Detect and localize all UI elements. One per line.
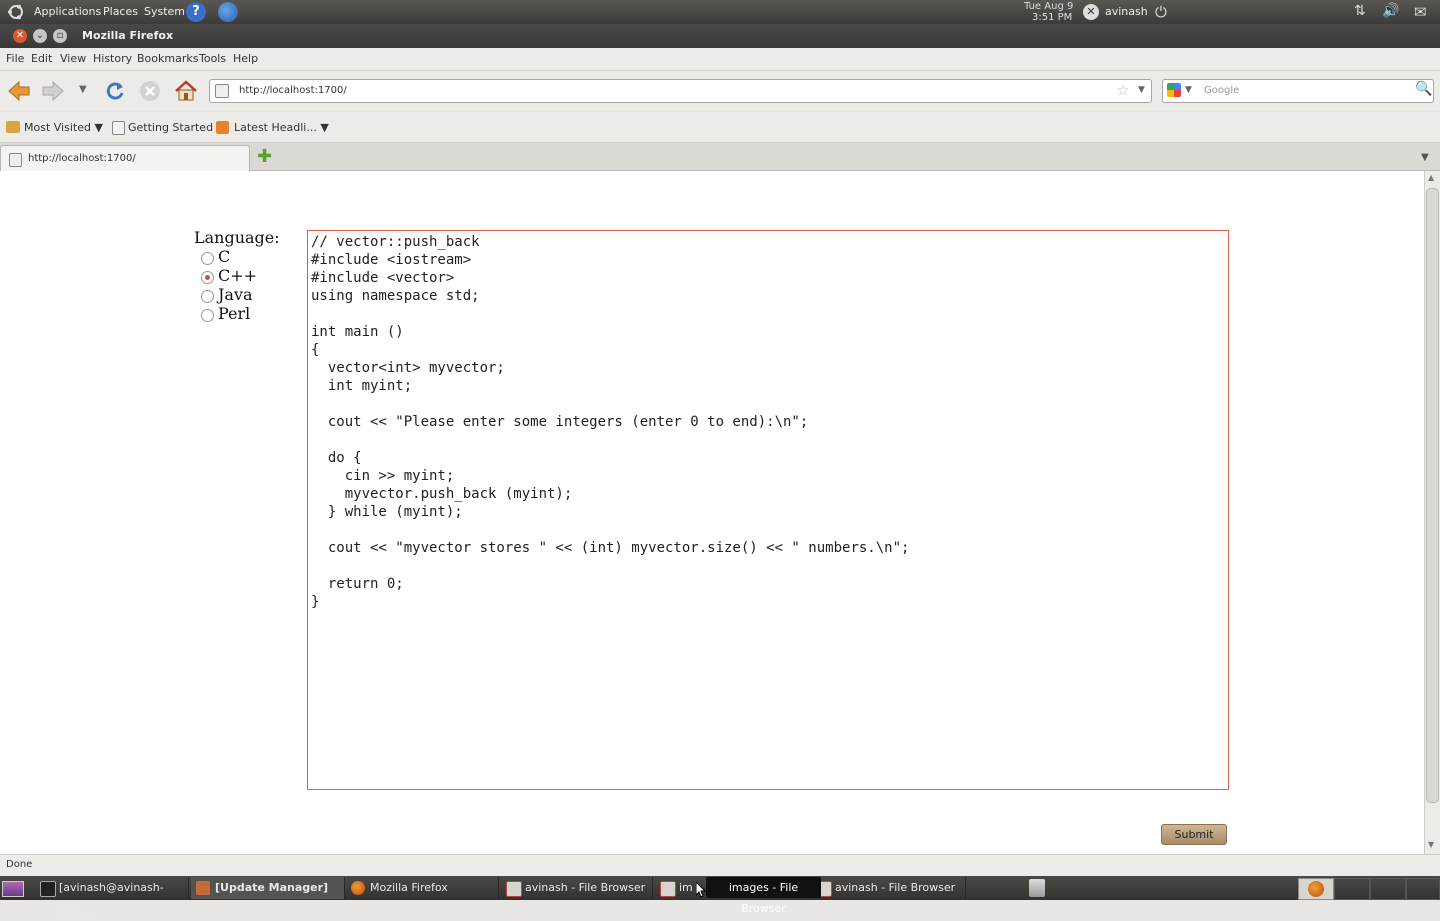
taskbar-images-label: im — [679, 881, 693, 894]
trash-icon[interactable] — [1029, 879, 1045, 897]
taskbar-file-browser-2-label: avinash - File Browser — [835, 881, 956, 894]
menu-bar: File Edit View History Bookmarks Tools H… — [0, 48, 1440, 71]
bookmark-latest-headlines[interactable]: Latest Headli... ▼ — [234, 121, 329, 134]
language-label: Language: — [194, 228, 280, 247]
tab-label: http://localhost:1700/ — [28, 153, 136, 164]
radio-java-label: Java — [218, 285, 253, 304]
google-engine-icon[interactable] — [1167, 83, 1181, 97]
file-browser-icon — [506, 881, 522, 897]
list-tabs-icon[interactable]: ▼ — [1421, 152, 1429, 163]
volume-icon[interactable]: 🔊 — [1382, 3, 1399, 19]
workspace-3[interactable] — [1370, 878, 1406, 900]
menu-bookmarks[interactable]: Bookmarks — [137, 52, 198, 65]
radio-cpp[interactable] — [201, 271, 214, 284]
taskbar-firefox-label: Mozilla Firefox — [370, 881, 448, 894]
workspace-2[interactable] — [1334, 878, 1370, 900]
radio-cpp-label: C++ — [218, 266, 258, 285]
history-dropdown-icon[interactable]: ▼ — [79, 84, 87, 95]
menu-edit[interactable]: Edit — [31, 52, 52, 65]
search-icon[interactable]: 🔍 — [1415, 81, 1432, 97]
workspace-4[interactable] — [1406, 878, 1440, 900]
reload-icon[interactable] — [104, 80, 126, 105]
bookmarks-toolbar: Most Visited ▼ Getting Started Latest He… — [0, 112, 1440, 143]
folder-icon — [6, 121, 20, 133]
taskbar-firefox[interactable]: Mozilla Firefox — [346, 877, 499, 899]
window-title: Mozilla Firefox — [82, 29, 174, 42]
taskbar-file-browser-label: avinash - File Browser — [525, 881, 646, 894]
help-icon[interactable]: ? — [186, 2, 206, 22]
scroll-down-icon[interactable]: ▼ — [1428, 840, 1434, 849]
radio-perl[interactable] — [201, 309, 214, 322]
site-identity-icon[interactable] — [215, 84, 229, 98]
radio-c-label: C — [218, 247, 231, 266]
show-desktop-icon[interactable] — [2, 881, 24, 897]
menu-history[interactable]: History — [93, 52, 132, 65]
tab-page-icon — [9, 153, 22, 167]
menu-tools[interactable]: Tools — [199, 52, 226, 65]
terminal-icon — [40, 881, 56, 897]
url-bar[interactable]: http://localhost:1700/ ☆ ▼ — [209, 79, 1152, 103]
taskbar-terminal-label: [avinash@avinash-lapt... — [59, 881, 164, 916]
taskbar-tooltip: images - File Browser — [706, 877, 821, 915]
forward-arrow-icon[interactable] — [41, 80, 65, 105]
network-icon[interactable]: ⇅ — [1354, 3, 1366, 19]
status-text: Done — [6, 859, 33, 870]
code-textarea[interactable]: // vector::push_back #include <iostream>… — [307, 230, 1229, 790]
search-input[interactable]: Google — [1204, 85, 1239, 96]
ubuntu-logo-icon[interactable] — [7, 3, 25, 21]
new-tab-icon[interactable]: ✚ — [257, 148, 272, 166]
menu-help[interactable]: Help — [233, 52, 258, 65]
time-label[interactable]: 3:51 PM — [1032, 12, 1072, 23]
user-name[interactable]: avinash — [1105, 5, 1148, 18]
radio-java[interactable] — [201, 290, 214, 303]
scrollbar-thumb[interactable] — [1426, 188, 1439, 803]
stop-icon[interactable] — [139, 80, 161, 105]
window-titlebar[interactable]: ✕ ⌄ ▫ Mozilla Firefox — [0, 24, 1440, 48]
user-status-icon[interactable]: ✕ — [1083, 4, 1099, 20]
date-label[interactable]: Tue Aug 9 — [1024, 1, 1073, 12]
update-manager-icon — [196, 881, 210, 895]
taskbar-update-manager[interactable]: [Update Manager] — [191, 877, 345, 899]
places-menu[interactable]: Places — [103, 5, 138, 18]
taskbar-update-manager-label: [Update Manager] — [215, 881, 329, 894]
bookmark-star-icon[interactable]: ☆ — [1116, 81, 1129, 99]
mail-icon[interactable]: ✉ — [1414, 3, 1427, 21]
radio-perl-label: Perl — [218, 304, 251, 323]
engine-dropdown-icon[interactable]: ▼ — [1185, 85, 1192, 95]
firefox-icon — [351, 881, 365, 895]
bookmark-getting-started[interactable]: Getting Started — [128, 121, 213, 134]
search-bar[interactable]: ▼ Google 🔍 — [1162, 79, 1434, 103]
applications-menu[interactable]: Applications — [34, 5, 101, 18]
firefox-launcher-icon[interactable] — [218, 2, 238, 22]
maximize-window-button[interactable]: ▫ — [53, 29, 67, 43]
file-browser-icon — [660, 881, 676, 897]
url-text[interactable]: http://localhost:1700/ — [239, 85, 347, 96]
bookmark-most-visited[interactable]: Most Visited ▼ — [24, 121, 103, 134]
page-icon — [112, 121, 125, 135]
taskbar-file-browser-avinash[interactable]: avinash - File Browser — [501, 877, 653, 899]
minimize-window-button[interactable]: ⌄ — [33, 29, 47, 43]
home-icon[interactable] — [174, 79, 198, 106]
back-arrow-icon[interactable] — [7, 80, 31, 105]
close-window-button[interactable]: ✕ — [13, 29, 27, 43]
rss-feed-icon — [216, 121, 229, 134]
code-text[interactable]: // vector::push_back #include <iostream>… — [308, 231, 1228, 613]
menu-view[interactable]: View — [60, 52, 86, 65]
tab-localhost[interactable]: http://localhost:1700/ — [0, 145, 250, 172]
system-menu[interactable]: System — [144, 5, 185, 18]
radio-c[interactable] — [201, 252, 214, 265]
status-bar: Done — [0, 854, 1440, 876]
firefox-workspace-icon[interactable] — [1298, 878, 1334, 900]
power-icon[interactable]: ⏻ — [1155, 3, 1167, 21]
menu-file[interactable]: File — [6, 52, 24, 65]
mouse-cursor-icon — [695, 880, 707, 901]
scroll-up-icon[interactable]: ▲ — [1428, 173, 1434, 182]
url-dropdown-icon[interactable]: ▼ — [1138, 85, 1145, 95]
taskbar-terminal[interactable]: [avinash@avinash-lapt... — [35, 877, 189, 916]
top-panel: Applications Places System ? Tue Aug 9 3… — [0, 0, 1440, 24]
taskbar-file-browser-avinash-2[interactable]: avinash - File Browser — [811, 877, 966, 899]
submit-button[interactable]: Submit — [1161, 824, 1227, 845]
